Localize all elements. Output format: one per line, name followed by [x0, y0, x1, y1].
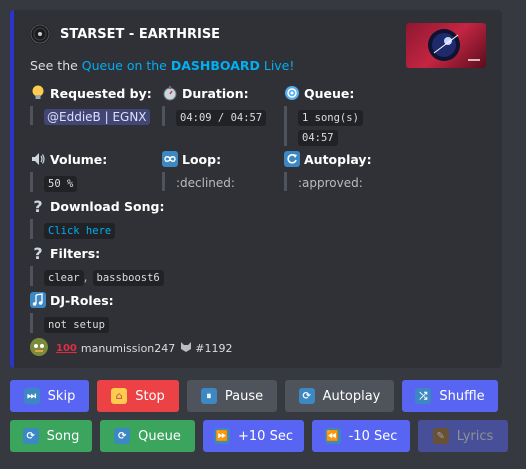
pencil-icon: ✎ [432, 428, 449, 444]
avatar-icon [30, 338, 48, 359]
embed-footer: 100 manumission247 #1192 [30, 338, 232, 359]
skip-button[interactable]: ⏭ Skip [10, 380, 89, 412]
field-volume: Volume: 50 % [30, 150, 107, 192]
music-embed: STARSET - EARTHRISE See the Queue on the… [10, 10, 502, 368]
cyclone-icon [284, 85, 300, 101]
field-requested-by: Requested by: @EddieB | EGNX [30, 84, 152, 125]
stop-button[interactable]: ⌂ Stop [97, 380, 179, 412]
house-icon: ⌂ [111, 388, 128, 404]
duration-value: 04:09 / 04:57 [176, 110, 267, 126]
rewind-10-button[interactable]: ⏪ -10 Sec [312, 420, 410, 452]
song-title: STARSET - EARTHRISE [60, 26, 221, 42]
repeat-one-icon: ⟳ [22, 428, 39, 444]
infinity-icon [162, 151, 178, 167]
dashboard-queue-link[interactable]: Queue on the DASHBOARD Live! [82, 58, 295, 73]
song-thumbnail[interactable] [406, 23, 486, 68]
field-filters: ? Filters: clear, bassboost6 [30, 244, 164, 286]
filter-bassboost: bassboost6 [92, 270, 164, 286]
stopwatch-icon [162, 85, 178, 101]
field-download-song: ? Download Song: Click here [30, 197, 164, 239]
footer-tag: #1192 [195, 342, 233, 355]
field-dj-roles: DJ-Roles: not setup [30, 291, 114, 333]
queue-duration: 04:57 [298, 130, 338, 146]
skip-icon: ⏭ [23, 388, 40, 404]
shuffle-icon: ⤮ [415, 388, 432, 404]
rewind-icon: ⏪ [324, 428, 341, 444]
autoplay-arrow-icon [284, 151, 300, 167]
speaker-icon [30, 151, 46, 167]
embed-description: See the Queue on the DASHBOARD Live! [30, 58, 295, 73]
field-autoplay: Autoplay: :approved: [284, 150, 372, 191]
question-mark-icon: ? [33, 243, 43, 263]
queue-count: 1 song(s) [298, 110, 363, 126]
pause-button[interactable]: ⏸ Pause [187, 380, 277, 412]
embed-author: STARSET - EARTHRISE [30, 24, 220, 44]
repeat-icon: ⟳ [114, 428, 131, 444]
loop-value: :declined: [176, 176, 235, 190]
repeat-icon: ⟳ [298, 388, 315, 404]
autoplay-value: :approved: [298, 176, 363, 190]
pause-icon: ⏸ [200, 388, 217, 404]
music-note-icon [30, 292, 46, 308]
lightbulb-icon [30, 85, 46, 101]
field-loop: Loop: :declined: [162, 150, 235, 191]
dj-roles-value: not setup [44, 317, 109, 333]
lyrics-button[interactable]: ✎ Lyrics [418, 420, 508, 452]
requester-mention[interactable]: @EddieB | EGNX [44, 109, 150, 125]
question-mark-icon: ? [33, 196, 43, 216]
volume-value: 50 % [44, 176, 78, 192]
field-queue: Queue: 1 song(s) 04:57 [284, 84, 363, 146]
shuffle-button[interactable]: ⤮ Shuffle [402, 380, 498, 412]
download-link[interactable]: Click here [44, 223, 116, 239]
cat-icon [180, 341, 192, 356]
loop-song-button[interactable]: ⟳ Song [10, 420, 92, 452]
footer-username: manumission247 [80, 342, 176, 355]
100-icon: 100 [56, 343, 77, 354]
forward-10-button[interactable]: ⏩ +10 Sec [203, 420, 304, 452]
fast-forward-icon: ⏩ [214, 428, 231, 444]
filter-clear: clear [44, 270, 84, 286]
loop-queue-button[interactable]: ⟳ Queue [100, 420, 195, 452]
autoplay-button[interactable]: ⟳ Autoplay [285, 380, 394, 412]
field-duration: Duration: 04:09 / 04:57 [162, 84, 267, 126]
vinyl-record-icon [30, 24, 50, 44]
